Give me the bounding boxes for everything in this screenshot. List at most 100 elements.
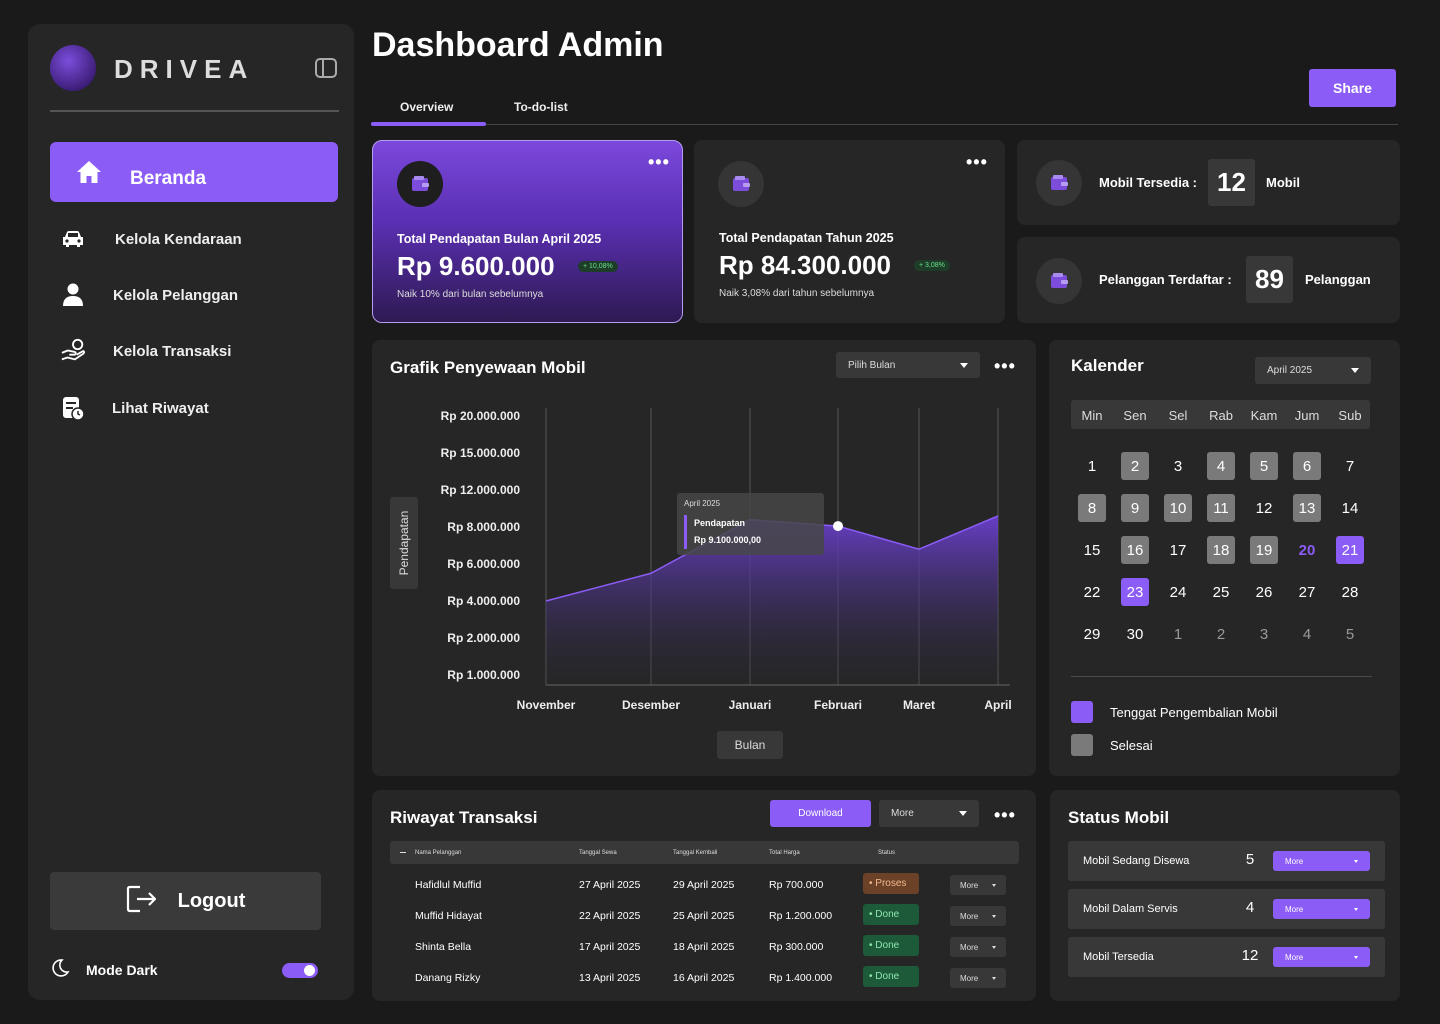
share-button[interactable]: Share: [1309, 69, 1396, 107]
monthly-growth-badge: + 10,08%: [578, 261, 618, 272]
calendar-day[interactable]: 8: [1078, 494, 1106, 522]
month-select-value: Pilih Bulan: [848, 359, 896, 371]
row-more-label: More: [960, 942, 979, 952]
x-axis-label: Bulan: [717, 731, 783, 759]
weekday-label: Sub: [1338, 408, 1362, 423]
calendar-day[interactable]: 14: [1336, 494, 1364, 522]
calendar-day[interactable]: 16: [1121, 536, 1149, 564]
calendar-day[interactable]: 15: [1078, 536, 1106, 564]
cell-rent-date: 13 April 2025: [579, 972, 641, 984]
calendar-day[interactable]: 28: [1336, 578, 1364, 606]
sidebar-item-riwayat[interactable]: Lihat Riwayat: [60, 388, 209, 428]
month-select[interactable]: Pilih Bulan: [836, 352, 980, 378]
tab-overview[interactable]: Overview: [400, 100, 453, 114]
sidebar-item-pelanggan[interactable]: Kelola Pelanggan: [60, 275, 238, 315]
calendar-day[interactable]: 20: [1293, 536, 1321, 564]
dark-mode-toggle[interactable]: [282, 963, 318, 978]
tab-todo-list[interactable]: To-do-list: [514, 100, 568, 114]
calendar-day[interactable]: 21: [1336, 536, 1364, 564]
transactions-title: Riwayat Transaksi: [390, 808, 538, 827]
cell-total: Rp 1.200.000: [769, 910, 833, 922]
registered-customers-card: Pelanggan Terdaftar : 89 Pelanggan: [1017, 237, 1400, 323]
calendar-day[interactable]: 19: [1250, 536, 1278, 564]
car-status-more-dropdown[interactable]: More: [1273, 899, 1370, 919]
calendar-day[interactable]: 2: [1207, 620, 1235, 648]
col-header-return-date: Tanggal Kembali: [673, 850, 718, 856]
car-status-count: 5: [1245, 851, 1255, 868]
calendar-day[interactable]: 4: [1207, 452, 1235, 480]
calendar-day[interactable]: 30: [1121, 620, 1149, 648]
legend-label-done: Selesai: [1110, 738, 1153, 753]
calendar-day[interactable]: 1: [1164, 620, 1192, 648]
car-status-title: Status Mobil: [1068, 808, 1170, 827]
calendar-day[interactable]: 10: [1164, 494, 1192, 522]
calendar-day[interactable]: 18: [1207, 536, 1235, 564]
sidebar-item-label: Kelola Pelanggan: [113, 286, 239, 304]
more-options-icon[interactable]: •••: [648, 153, 670, 171]
calendar-day[interactable]: 6: [1293, 452, 1321, 480]
calendar-day[interactable]: 4: [1293, 620, 1321, 648]
sidebar-item-transaksi[interactable]: Kelola Transaksi: [60, 331, 231, 371]
sidebar-item-kendaraan[interactable]: Kelola Kendaraan: [60, 219, 242, 259]
car-status-label: Mobil Tersedia: [1083, 951, 1154, 963]
cell-customer-name: Hafidlul Muffid: [415, 879, 482, 891]
y-tick-label: Rp 12.000.000: [440, 483, 520, 497]
car-status-more-dropdown[interactable]: More: [1273, 851, 1370, 871]
weekday-label: Rab: [1209, 408, 1233, 423]
sidebar-item-beranda[interactable]: Beranda: [50, 142, 338, 202]
row-more-dropdown[interactable]: More: [950, 937, 1006, 957]
y-tick-label: Rp 6.000.000: [447, 557, 520, 571]
calendar-day[interactable]: 26: [1250, 578, 1278, 606]
legend-label-deadline: Tenggat Pengembalian Mobil: [1110, 705, 1278, 720]
row-more-dropdown[interactable]: More: [950, 906, 1006, 926]
calendar-day[interactable]: 24: [1164, 578, 1192, 606]
chevron-down-icon: [1354, 955, 1358, 959]
calendar-day[interactable]: 2: [1121, 452, 1149, 480]
row-more-dropdown[interactable]: More: [950, 968, 1006, 988]
chart-more-icon[interactable]: •••: [994, 357, 1016, 375]
weekday-label: Jum: [1294, 408, 1320, 423]
calendar-day[interactable]: 27: [1293, 578, 1321, 606]
calendar-day[interactable]: 13: [1293, 494, 1321, 522]
calendar-day[interactable]: 12: [1250, 494, 1278, 522]
calendar-day[interactable]: 5: [1336, 620, 1364, 648]
wallet-icon: [397, 161, 443, 207]
y-tick-label: Rp 8.000.000: [447, 520, 520, 534]
weekday-label: Sel: [1168, 408, 1188, 423]
more-options-icon[interactable]: •••: [966, 153, 988, 171]
transactions-more-select[interactable]: More: [879, 800, 979, 827]
calendar-day[interactable]: 29: [1078, 620, 1106, 648]
cell-customer-name: Muffid Hidayat: [415, 910, 482, 922]
calendar-day[interactable]: 3: [1164, 452, 1192, 480]
tabs-divider: [371, 124, 1398, 125]
calendar-day[interactable]: 5: [1250, 452, 1278, 480]
row-more-label: More: [960, 880, 979, 890]
calendar-day[interactable]: 17: [1164, 536, 1192, 564]
calendar-day[interactable]: 7: [1336, 452, 1364, 480]
y-axis-label: Pendapatan: [390, 497, 418, 589]
calendar-day[interactable]: 9: [1121, 494, 1149, 522]
chevron-down-icon: [1354, 859, 1358, 863]
x-tick-label: Februari: [813, 698, 863, 712]
calendar-day[interactable]: 25: [1207, 578, 1235, 606]
calendar-day[interactable]: 3: [1250, 620, 1278, 648]
calendar-divider: [1071, 676, 1372, 677]
chart-tooltip: April 2025 Pendapatan Rp 9.100.000,00: [677, 493, 824, 555]
collapse-icon[interactable]: [400, 852, 406, 853]
sidebar-collapse-icon[interactable]: [315, 58, 337, 78]
calendar-month-select[interactable]: April 2025: [1255, 357, 1371, 384]
sidebar-item-label: Kelola Transaksi: [113, 342, 232, 360]
logout-button[interactable]: Logout: [50, 872, 321, 930]
row-more-dropdown[interactable]: More: [950, 875, 1006, 895]
download-button[interactable]: Download: [770, 800, 871, 827]
calendar-day[interactable]: 1: [1078, 452, 1106, 480]
registered-customers-label: Pelanggan Terdaftar :: [1099, 272, 1232, 287]
transactions-more-icon[interactable]: •••: [994, 806, 1016, 824]
calendar-day[interactable]: 22: [1078, 578, 1106, 606]
moon-icon: [50, 958, 70, 983]
cell-rent-date: 17 April 2025: [579, 941, 641, 953]
calendar-day[interactable]: 23: [1121, 578, 1149, 606]
tooltip-period: April 2025: [684, 499, 721, 508]
calendar-day[interactable]: 11: [1207, 494, 1235, 522]
car-status-more-dropdown[interactable]: More: [1273, 947, 1370, 967]
